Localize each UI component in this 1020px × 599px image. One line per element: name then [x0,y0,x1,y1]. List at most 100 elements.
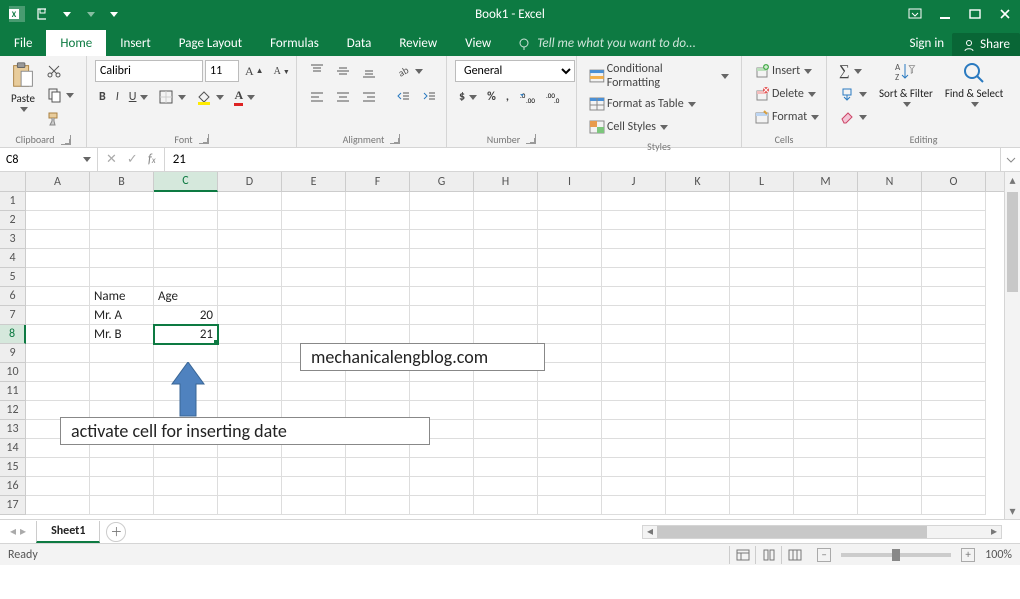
cell-M14[interactable] [794,439,858,458]
cell-F10[interactable] [346,363,410,382]
cell-G16[interactable] [410,477,474,496]
comma-style-button[interactable]: , [502,86,513,108]
scroll-right-button[interactable]: ▸ [987,524,1001,539]
cell-H9[interactable] [474,344,538,363]
cell-E8[interactable] [282,325,346,344]
cell-F12[interactable] [346,401,410,420]
cell-B7[interactable]: Mr. A [90,306,154,325]
cell-H4[interactable] [474,249,538,268]
column-header-J[interactable]: J [602,172,666,191]
cell-G14[interactable] [410,439,474,458]
cell-D2[interactable] [218,211,282,230]
tab-review[interactable]: Review [385,30,451,56]
cell-N14[interactable] [858,439,922,458]
row-header-3[interactable]: 3 [0,230,26,249]
cell-K14[interactable] [666,439,730,458]
cell-N12[interactable] [858,401,922,420]
cell-E4[interactable] [282,249,346,268]
cell-K17[interactable] [666,496,730,515]
select-all-corner[interactable] [0,172,26,191]
row-header-4[interactable]: 4 [0,249,26,268]
cell-B4[interactable] [90,249,154,268]
scroll-left-button[interactable]: ◂ [643,524,657,539]
cell-J14[interactable] [602,439,666,458]
cell-G9[interactable] [410,344,474,363]
cell-M9[interactable] [794,344,858,363]
orientation-button[interactable]: ab [391,60,427,82]
minimize-button[interactable] [930,0,960,28]
tell-me-search[interactable]: Tell me what you want to do... [505,36,901,56]
cell-B1[interactable] [90,192,154,211]
fx-icon[interactable]: fx [148,152,156,167]
cell-A11[interactable] [26,382,90,401]
grow-font-button[interactable]: A▲ [241,60,268,82]
cell-D11[interactable] [218,382,282,401]
cell-M15[interactable] [794,458,858,477]
tab-formulas[interactable]: Formulas [256,30,333,56]
sheet-tab-sheet1[interactable]: Sheet1 [36,521,100,543]
cell-F4[interactable] [346,249,410,268]
row-header-7[interactable]: 7 [0,306,26,325]
cell-H5[interactable] [474,268,538,287]
cell-J9[interactable] [602,344,666,363]
cell-O14[interactable] [922,439,986,458]
cell-J3[interactable] [602,230,666,249]
cell-F17[interactable] [346,496,410,515]
row-header-16[interactable]: 16 [0,477,26,496]
copy-button[interactable] [42,84,78,106]
cell-L3[interactable] [730,230,794,249]
column-header-H[interactable]: H [474,172,538,191]
cell-F8[interactable] [346,325,410,344]
cell-L15[interactable] [730,458,794,477]
row-header-1[interactable]: 1 [0,192,26,211]
align-top-button[interactable] [305,60,329,82]
cell-N11[interactable] [858,382,922,401]
tab-insert[interactable]: Insert [106,30,165,56]
cell-D8[interactable] [218,325,282,344]
cell-C8[interactable]: 21 [154,325,218,344]
cell-K3[interactable] [666,230,730,249]
cell-M17[interactable] [794,496,858,515]
increase-indent-button[interactable] [417,86,441,108]
horizontal-scrollbar[interactable]: ◂ ▸ [642,525,1002,539]
zoom-slider[interactable] [841,553,951,557]
row-header-2[interactable]: 2 [0,211,26,230]
cell-I4[interactable] [538,249,602,268]
cell-G2[interactable] [410,211,474,230]
cell-D5[interactable] [218,268,282,287]
cell-J17[interactable] [602,496,666,515]
vertical-scroll-thumb[interactable] [1007,192,1018,292]
cell-A12[interactable] [26,401,90,420]
autosum-button[interactable]: ∑ [835,60,871,82]
save-button[interactable] [32,3,50,25]
number-format-combo[interactable]: General [455,60,575,82]
cell-A4[interactable] [26,249,90,268]
number-dialog-launcher[interactable] [526,134,536,144]
row-header-9[interactable]: 9 [0,344,26,363]
cell-A9[interactable] [26,344,90,363]
cell-J4[interactable] [602,249,666,268]
cell-L8[interactable] [730,325,794,344]
cell-H2[interactable] [474,211,538,230]
column-header-D[interactable]: D [218,172,282,191]
cell-B14[interactable] [90,439,154,458]
row-header-8[interactable]: 8 [0,325,26,344]
cell-I5[interactable] [538,268,602,287]
cell-H3[interactable] [474,230,538,249]
cell-D15[interactable] [218,458,282,477]
align-middle-button[interactable] [331,60,355,82]
cell-N4[interactable] [858,249,922,268]
cell-H12[interactable] [474,401,538,420]
cell-G15[interactable] [410,458,474,477]
cell-E1[interactable] [282,192,346,211]
cell-O5[interactable] [922,268,986,287]
column-header-F[interactable]: F [346,172,410,191]
new-sheet-button[interactable]: ＋ [106,522,126,542]
redo-button[interactable] [80,3,98,25]
cell-N17[interactable] [858,496,922,515]
cell-M11[interactable] [794,382,858,401]
page-break-view-button[interactable] [781,546,807,564]
cell-N16[interactable] [858,477,922,496]
cell-M3[interactable] [794,230,858,249]
underline-button[interactable]: U [125,86,153,108]
